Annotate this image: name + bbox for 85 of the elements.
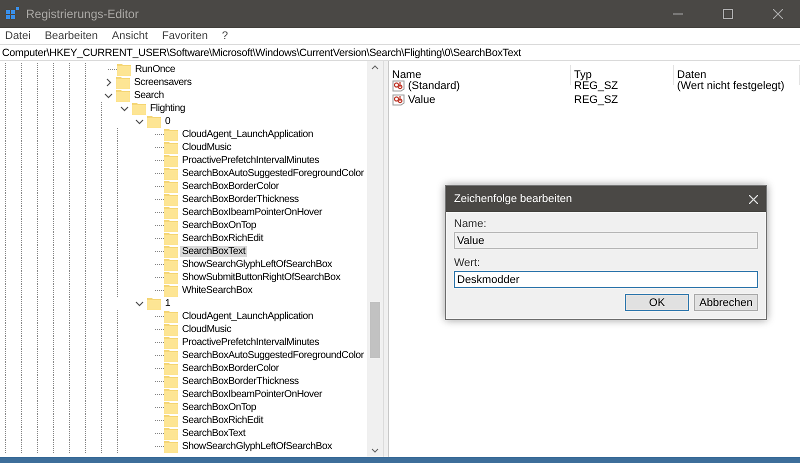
- name-field[interactable]: Value: [454, 232, 758, 249]
- folder-icon: [164, 232, 178, 245]
- tree-item[interactable]: Screensavers: [132, 77, 194, 88]
- data-input[interactable]: Deskmodder: [454, 271, 758, 288]
- tree-item[interactable]: SearchBoxBorderColor: [180, 363, 281, 374]
- menu-item[interactable]: Datei: [5, 30, 31, 42]
- folder-icon: [164, 401, 178, 414]
- app-icon: [6, 7, 20, 21]
- folder-icon: [164, 128, 178, 141]
- tree-item[interactable]: SearchBoxText: [180, 428, 248, 439]
- folder-icon: [164, 180, 178, 193]
- tree-item[interactable]: CloudMusic: [180, 142, 234, 153]
- folder-icon: [116, 89, 130, 102]
- folder-icon: [164, 349, 178, 362]
- tree-item[interactable]: WhiteSearchBox: [180, 285, 254, 296]
- tree-item[interactable]: SearchBoxBorderThickness: [180, 376, 301, 387]
- tree-item[interactable]: SearchBoxBorderColor: [180, 181, 281, 192]
- tree-item[interactable]: ProactivePrefetchIntervalMinutes: [180, 155, 322, 166]
- folder-icon: [164, 206, 178, 219]
- menu-item[interactable]: Ansicht: [112, 30, 148, 42]
- field-label: Name:: [454, 218, 488, 230]
- window-title: Registrierungs-Editor: [26, 7, 140, 21]
- folder-icon: [164, 258, 178, 271]
- tree-item[interactable]: ShowSubmitButtonRightOfSearchBox: [180, 272, 342, 283]
- tree-item[interactable]: RunOnce: [133, 64, 178, 75]
- tree-item[interactable]: SearchBoxOnTop: [180, 402, 258, 413]
- folder-icon: [164, 375, 178, 388]
- scroll-thumb[interactable]: [370, 302, 380, 358]
- tree-item[interactable]: SearchBoxText: [180, 246, 248, 257]
- folder-icon: [117, 63, 131, 76]
- string-value-icon: [392, 80, 405, 92]
- folder-icon: [147, 115, 161, 128]
- folder-icon: [164, 336, 178, 349]
- folder-icon: [164, 388, 178, 401]
- field-label: Wert:: [454, 257, 482, 269]
- folder-icon: [164, 284, 178, 297]
- address-bar[interactable]: Computer\HKEY_CURRENT_USER\Software\Microsoft\Windows\CurrentVersion\Search\Flighting\0\SearchBoxText: [0, 44, 800, 61]
- folder-icon: [132, 102, 146, 115]
- scrollbar[interactable]: [367, 61, 384, 457]
- folder-icon: [164, 414, 178, 427]
- folder-icon: [164, 310, 178, 323]
- menu-item[interactable]: Bearbeiten: [44, 30, 98, 42]
- dialog-button[interactable]: OK: [625, 294, 689, 311]
- folder-icon: [164, 427, 178, 440]
- folder-icon: [164, 362, 178, 375]
- folder-icon: [164, 167, 178, 180]
- tree-item[interactable]: SearchBoxAutoSuggestedForegroundColor: [180, 350, 366, 361]
- tree-item[interactable]: CloudMusic: [180, 324, 234, 335]
- value-name[interactable]: Value: [408, 94, 436, 106]
- tree-item[interactable]: CloudAgent_LaunchApplication: [180, 311, 316, 322]
- folder-icon: [164, 440, 178, 453]
- tree-item[interactable]: Search: [132, 90, 166, 101]
- tree-item[interactable]: SearchBoxBorderThickness: [180, 194, 301, 205]
- folder-icon: [116, 76, 130, 89]
- tree-item[interactable]: ShowSearchGlyphLeftOfSearchBox: [180, 441, 334, 452]
- folder-icon: [164, 245, 178, 258]
- maximize-icon[interactable]: [723, 9, 733, 19]
- folder-icon: [164, 219, 178, 232]
- close-icon[interactable]: [773, 9, 783, 19]
- menu-item[interactable]: Favoriten: [162, 30, 208, 42]
- dialog-title: Zeichenfolge bearbeiten: [454, 193, 572, 205]
- string-value-icon: [392, 94, 405, 106]
- tree-item[interactable]: SearchBoxRichEdit: [180, 415, 266, 426]
- tree-item[interactable]: Flighting: [148, 103, 188, 114]
- tree-item[interactable]: CloudAgent_LaunchApplication: [180, 129, 316, 140]
- folder-icon: [164, 141, 178, 154]
- folder-icon: [164, 154, 178, 167]
- folder-icon: [164, 193, 178, 206]
- folder-icon: [164, 323, 178, 336]
- folder-icon: [147, 297, 161, 310]
- tree-item[interactable]: SearchBoxRichEdit: [180, 233, 266, 244]
- menu-item[interactable]: ?: [222, 30, 228, 42]
- tree-item[interactable]: SearchBoxOnTop: [180, 220, 258, 231]
- tree-item[interactable]: SearchBoxIbeamPointerOnHover: [180, 207, 324, 218]
- tree-item[interactable]: 0: [163, 116, 172, 127]
- tree-item[interactable]: ShowSearchGlyphLeftOfSearchBox: [180, 259, 334, 270]
- scroll-down-icon[interactable]: [371, 448, 379, 454]
- tree-item[interactable]: 1: [163, 298, 172, 309]
- table-cell: REG_SZ: [574, 94, 618, 106]
- tree-item[interactable]: SearchBoxAutoSuggestedForegroundColor: [180, 168, 366, 179]
- dialog-button[interactable]: Abbrechen: [694, 294, 758, 311]
- folder-icon: [164, 271, 178, 284]
- scroll-up-icon[interactable]: [371, 64, 379, 70]
- tree-item[interactable]: ProactivePrefetchIntervalMinutes: [180, 337, 322, 348]
- tree-item[interactable]: SearchBoxIbeamPointerOnHover: [180, 389, 324, 400]
